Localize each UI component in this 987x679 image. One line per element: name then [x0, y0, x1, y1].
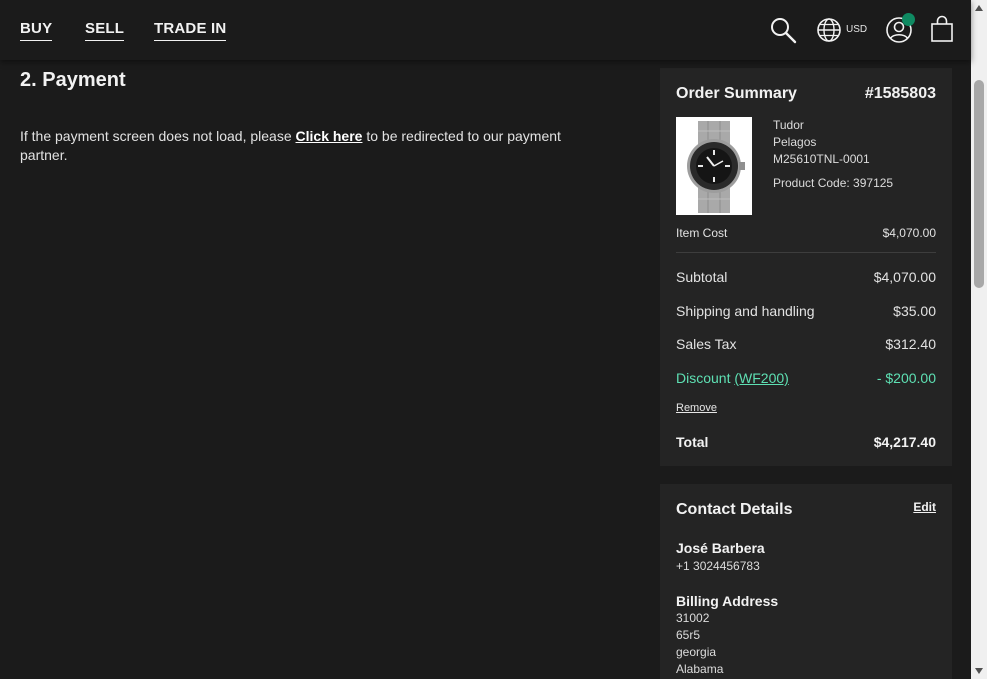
globe-icon[interactable]: [816, 17, 842, 43]
nav-buy-link[interactable]: BUY: [20, 20, 53, 41]
payment-section-title: 2. Payment: [20, 69, 126, 91]
product-reference: M25610TNL-0001: [773, 152, 870, 166]
billing-address-line: Alabama: [676, 662, 724, 676]
sales-tax-value: $312.40: [885, 336, 936, 352]
search-icon[interactable]: [769, 16, 797, 44]
shipping-label: Shipping and handling: [676, 303, 815, 319]
discount-value: - $200.00: [876, 370, 936, 386]
contact-details-card: Contact Details Edit José Barbera +1 302…: [660, 484, 952, 679]
billing-address-line: georgia: [676, 645, 717, 659]
nav-trade-in-link[interactable]: TRADE IN: [154, 20, 227, 41]
discount-row: Discount (WF200) - $200.00: [676, 370, 936, 386]
remove-discount-link[interactable]: Remove: [676, 402, 717, 414]
order-number: #1585803: [864, 85, 936, 102]
payment-redirect-link[interactable]: Click here: [296, 128, 363, 144]
discount-label-text: Discount: [676, 370, 735, 386]
billing-address-title: Billing Address: [676, 593, 779, 609]
item-cost-value: $4,070.00: [882, 226, 936, 240]
total-value: $4,217.40: [873, 434, 936, 450]
billing-address-line: 65r5: [676, 628, 701, 642]
scroll-up-arrow-icon[interactable]: [974, 4, 984, 12]
shipping-row: Shipping and handling $35.00: [676, 303, 936, 319]
payment-text-before: If the payment screen does not load, ple…: [20, 128, 296, 144]
sales-tax-row: Sales Tax $312.40: [676, 336, 936, 352]
order-summary-title: Order Summary: [676, 85, 797, 102]
scrollbar-thumb[interactable]: [974, 80, 984, 288]
billing-address-line: 31002: [676, 611, 710, 625]
subtotal-row: Subtotal $4,070.00: [676, 269, 936, 285]
subtotal-label: Subtotal: [676, 269, 728, 285]
product-brand: Tudor: [773, 118, 804, 132]
product-model: Pelagos: [773, 135, 817, 149]
order-summary-card: Order Summary #1585803 Tudor Pelagos M25…: [660, 68, 952, 466]
top-navigation-bar: BUY SELL TRADE IN USD: [0, 0, 971, 60]
watch-image-icon: [676, 117, 752, 215]
total-label: Total: [676, 434, 709, 450]
sales-tax-label: Sales Tax: [676, 336, 737, 352]
discount-code-link[interactable]: (WF200): [734, 370, 788, 386]
notification-dot: [902, 13, 915, 26]
discount-label: Discount (WF200): [676, 370, 789, 386]
total-row: Total $4,217.40: [676, 434, 936, 450]
contact-name: José Barbera: [676, 540, 765, 556]
item-cost-row: Item Cost $4,070.00: [676, 226, 936, 240]
contact-details-title: Contact Details: [676, 501, 793, 518]
nav-sell-link[interactable]: SELL: [85, 20, 125, 41]
summary-divider: [676, 252, 936, 253]
product-code: Product Code: 397125: [773, 176, 894, 190]
subtotal-value: $4,070.00: [873, 269, 936, 285]
currency-selector[interactable]: USD: [846, 24, 867, 35]
contact-phone: +1 3024456783: [676, 559, 760, 573]
item-cost-label: Item Cost: [676, 226, 728, 240]
shipping-value: $35.00: [893, 303, 936, 319]
scroll-down-arrow-icon[interactable]: [974, 667, 984, 675]
product-image: [676, 117, 752, 215]
edit-contact-link[interactable]: Edit: [913, 500, 936, 514]
shopping-bag-icon[interactable]: [930, 15, 954, 43]
payment-instructions: If the payment screen does not load, ple…: [20, 127, 580, 165]
